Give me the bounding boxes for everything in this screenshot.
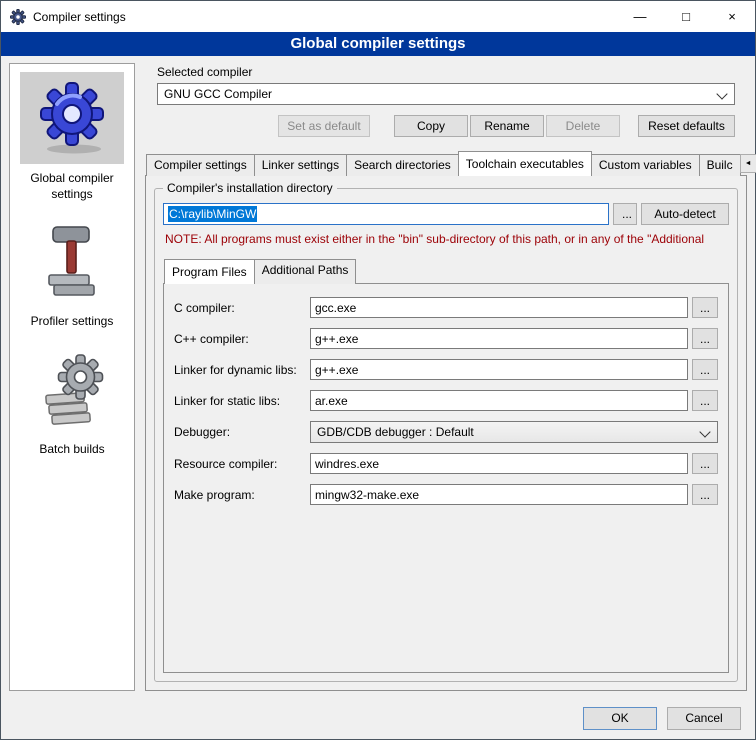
titlebar[interactable]: Compiler settings — □ × bbox=[1, 1, 755, 32]
static-linker-input[interactable] bbox=[310, 390, 688, 411]
sidebar-item-label: Batch builds bbox=[33, 442, 110, 458]
installation-directory-input[interactable]: C:\raylib\MinGW bbox=[163, 203, 609, 225]
copy-button[interactable]: Copy bbox=[394, 115, 468, 137]
tab-linker-settings[interactable]: Linker settings bbox=[254, 154, 347, 176]
static-linker-browse-button[interactable]: ... bbox=[692, 390, 718, 411]
dialog-content: Global compiler settings Profiler settin… bbox=[1, 56, 755, 697]
rename-button[interactable]: Rename bbox=[470, 115, 544, 137]
groupbox-legend: Compiler's installation directory bbox=[163, 181, 337, 195]
sidebar-item-label: Profiler settings bbox=[25, 314, 120, 330]
sidebar-item-label: Global compiler settings bbox=[10, 171, 134, 202]
selected-item-highlight bbox=[20, 72, 124, 164]
tab-toolchain-executables[interactable]: Toolchain executables bbox=[458, 151, 592, 176]
installation-directory-groupbox: Compiler's installation directory C:\ray… bbox=[154, 188, 738, 682]
gray-gear-stack-icon bbox=[40, 352, 104, 426]
c-compiler-label: C compiler: bbox=[174, 301, 306, 315]
program-files-form: C compiler: ... C++ compiler: ... Linker… bbox=[174, 297, 718, 505]
make-program-input[interactable] bbox=[310, 484, 688, 505]
resource-compiler-input[interactable] bbox=[310, 453, 688, 474]
ok-button[interactable]: OK bbox=[583, 707, 657, 730]
settings-tabstrip: Compiler settings Linker settings Search… bbox=[145, 151, 747, 176]
selected-compiler-select[interactable]: GNU GCC Compiler bbox=[157, 83, 735, 105]
dialog-footer: OK Cancel bbox=[1, 697, 755, 739]
note-text: NOTE: All programs must exist either in … bbox=[165, 232, 729, 246]
set-as-default-button[interactable]: Set as default bbox=[278, 115, 370, 137]
debugger-select[interactable]: GDB/CDB debugger : Default bbox=[310, 421, 718, 443]
sidebar-item-profiler-settings[interactable]: Profiler settings bbox=[10, 215, 134, 330]
static-linker-label: Linker for static libs: bbox=[174, 394, 306, 408]
reset-defaults-button[interactable]: Reset defaults bbox=[638, 115, 735, 137]
batch-builds-icon-wrap bbox=[20, 343, 124, 435]
c-compiler-browse-button[interactable]: ... bbox=[692, 297, 718, 318]
program-files-subtabs: Program Files Additional Paths bbox=[163, 259, 729, 284]
window-title: Compiler settings bbox=[33, 10, 126, 24]
c-compiler-input[interactable] bbox=[310, 297, 688, 318]
close-button[interactable]: × bbox=[709, 1, 755, 32]
tab-custom-variables[interactable]: Custom variables bbox=[591, 154, 700, 176]
cpp-compiler-label: C++ compiler: bbox=[174, 332, 306, 346]
auto-detect-button[interactable]: Auto-detect bbox=[641, 203, 729, 225]
tab-compiler-settings[interactable]: Compiler settings bbox=[146, 154, 255, 176]
sidebar-item-global-compiler-settings[interactable]: Global compiler settings bbox=[10, 72, 134, 202]
cancel-button[interactable]: Cancel bbox=[667, 707, 741, 730]
tab-search-directories[interactable]: Search directories bbox=[346, 154, 459, 176]
compiler-buttons-row: Set as default Copy Rename Delete Reset … bbox=[157, 115, 735, 137]
make-program-label: Make program: bbox=[174, 488, 306, 502]
toolchain-executables-panel: Compiler's installation directory C:\ray… bbox=[145, 175, 747, 691]
sidebar: Global compiler settings Profiler settin… bbox=[9, 63, 135, 691]
profiler-icon-wrap bbox=[20, 215, 124, 307]
blue-gear-icon bbox=[38, 81, 106, 155]
page-title: Global compiler settings bbox=[1, 32, 755, 56]
maximize-button[interactable]: □ bbox=[663, 1, 709, 32]
tab-scroll-arrows: ◄ ► bbox=[740, 154, 756, 173]
minimize-button[interactable]: — bbox=[617, 1, 663, 32]
tab-scroll-left-icon[interactable]: ◄ bbox=[740, 154, 756, 173]
dynamic-linker-input[interactable] bbox=[310, 359, 688, 380]
installation-directory-row: C:\raylib\MinGW ... Auto-detect bbox=[163, 203, 729, 225]
app-gear-icon bbox=[10, 9, 26, 25]
subtab-additional-paths[interactable]: Additional Paths bbox=[254, 259, 357, 284]
profiler-hammer-icon bbox=[43, 223, 101, 299]
directory-browse-button[interactable]: ... bbox=[613, 203, 637, 225]
program-files-panel: C compiler: ... C++ compiler: ... Linker… bbox=[163, 283, 729, 673]
resource-compiler-browse-button[interactable]: ... bbox=[692, 453, 718, 474]
make-program-browse-button[interactable]: ... bbox=[692, 484, 718, 505]
tab-build-options-truncated[interactable]: Builc bbox=[699, 154, 741, 176]
selected-compiler-value: GNU GCC Compiler bbox=[164, 87, 272, 101]
debugger-label: Debugger: bbox=[174, 425, 306, 439]
debugger-value: GDB/CDB debugger : Default bbox=[317, 425, 474, 439]
subtab-program-files[interactable]: Program Files bbox=[164, 259, 255, 284]
sidebar-item-batch-builds[interactable]: Batch builds bbox=[10, 343, 134, 458]
main-panel: Selected compiler GNU GCC Compiler Set a… bbox=[145, 63, 747, 691]
cpp-compiler-input[interactable] bbox=[310, 328, 688, 349]
compiler-settings-window: Compiler settings — □ × Global compiler … bbox=[0, 0, 756, 740]
window-controls: — □ × bbox=[617, 1, 755, 32]
cpp-compiler-browse-button[interactable]: ... bbox=[692, 328, 718, 349]
chevron-down-icon bbox=[716, 88, 727, 99]
resource-compiler-label: Resource compiler: bbox=[174, 457, 306, 471]
delete-button[interactable]: Delete bbox=[546, 115, 620, 137]
dynamic-linker-browse-button[interactable]: ... bbox=[692, 359, 718, 380]
selected-text: C:\raylib\MinGW bbox=[168, 206, 257, 222]
dynamic-linker-label: Linker for dynamic libs: bbox=[174, 363, 306, 377]
chevron-down-icon bbox=[699, 426, 710, 437]
selected-compiler-label: Selected compiler bbox=[157, 65, 747, 79]
